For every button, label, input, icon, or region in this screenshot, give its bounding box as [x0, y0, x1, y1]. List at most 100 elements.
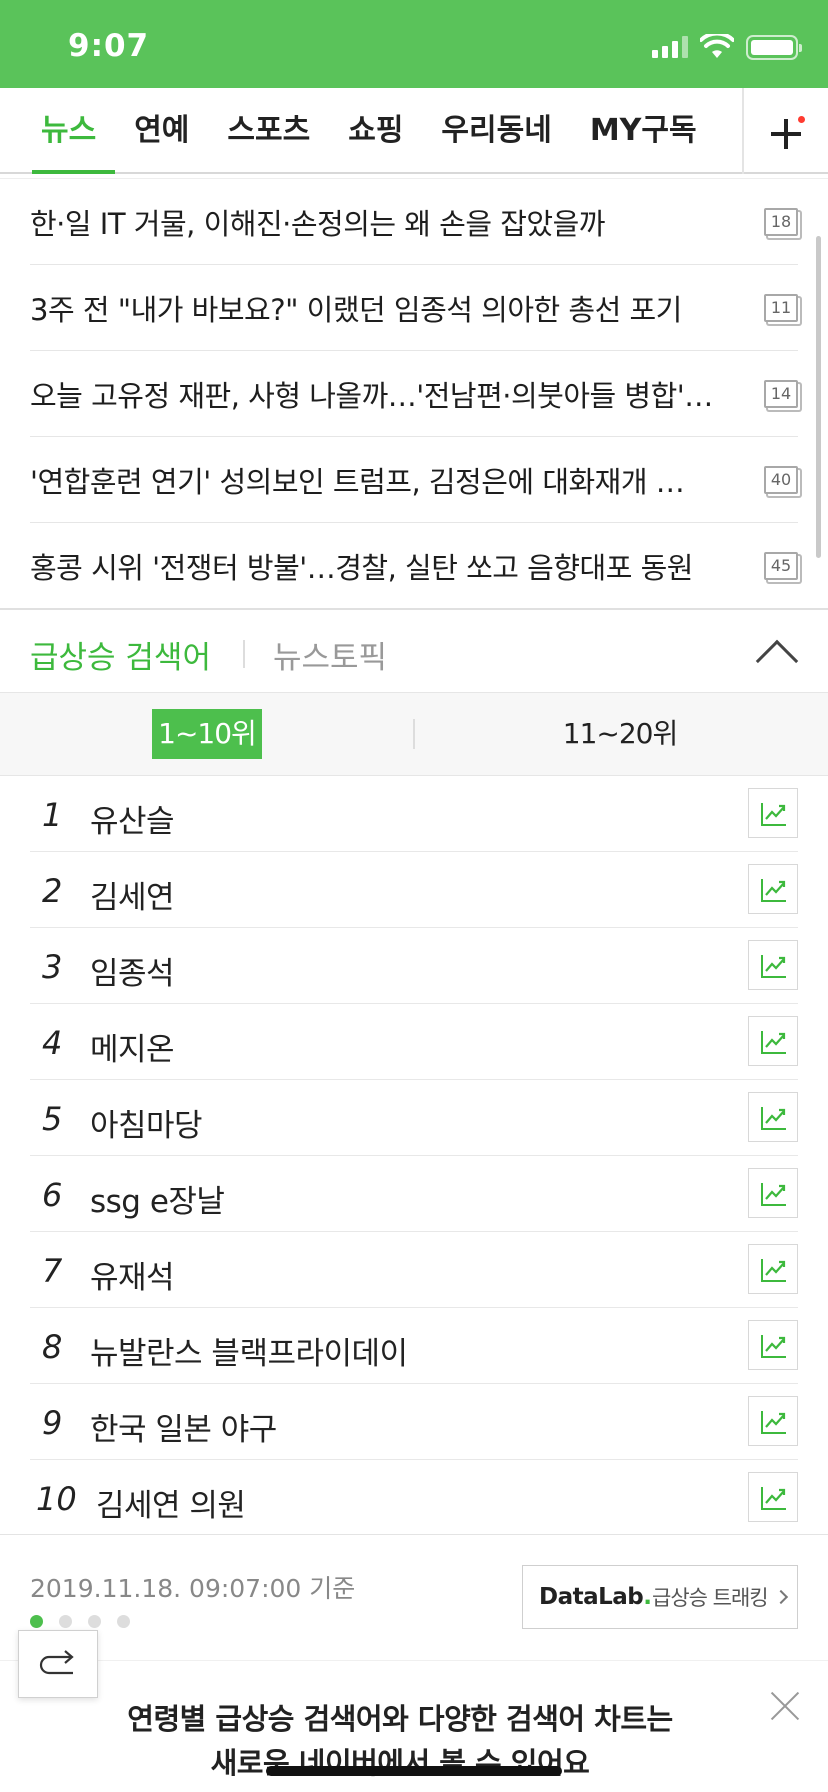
trend-chart-button[interactable]	[748, 940, 798, 990]
trend-chart-button[interactable]	[748, 864, 798, 914]
status-time: 9:07	[68, 28, 150, 64]
scrollbar[interactable]	[816, 236, 821, 558]
status-icons	[652, 34, 802, 60]
trend-chart-icon	[761, 1107, 786, 1130]
comment-count-badge: 18	[764, 208, 798, 236]
status-bar: 9:07	[0, 0, 828, 88]
trend-chart-icon	[761, 803, 786, 826]
trending-keyword[interactable]: 아침마당	[90, 1100, 203, 1145]
trend-chart-button[interactable]	[748, 1092, 798, 1142]
news-item[interactable]: 오늘 고유정 재판, 사형 나올까…'전남편·의붓아들 병합'… 14	[30, 351, 798, 437]
trending-keyword[interactable]: 김세연	[90, 872, 175, 917]
chevron-up-icon[interactable]	[755, 639, 799, 683]
trend-chart-icon	[761, 1259, 786, 1282]
category-tab-bar: 뉴스 연예 스포츠 쇼핑 우리동네 MY구독	[0, 88, 828, 174]
rank-number: 5	[42, 1100, 63, 1138]
trending-footer: 2019.11.18. 09:07:00 기준 DataLab. 급상승 트래킹	[0, 1534, 828, 1660]
comment-count-badge: 11	[764, 294, 798, 322]
rank-number: 4	[42, 1024, 63, 1062]
news-item[interactable]: '연합훈련 연기' 성의보인 트럼프, 김정은에 대화재개 … 40	[30, 437, 798, 523]
news-title[interactable]: 3주 전 "내가 바보요?" 이랬던 임종석 의아한 총선 포기	[30, 287, 720, 329]
tab-entertainment[interactable]: 연예	[115, 88, 208, 174]
rank-range-segment: 1~10위 11~20위	[0, 692, 828, 776]
rank-number: 9	[42, 1404, 63, 1442]
comment-count-badge: 45	[764, 552, 798, 580]
news-title[interactable]: 홍콩 시위 '전쟁터 방불'…경찰, 실탄 쏘고 음향대포 동원	[30, 545, 720, 587]
trending-keyword[interactable]: 유재석	[90, 1252, 175, 1297]
trending-row[interactable]: 1 유산슬	[30, 776, 798, 852]
trend-chart-icon	[761, 1031, 786, 1054]
datalab-logo: DataLab	[539, 1584, 644, 1610]
news-title[interactable]: 오늘 고유정 재판, 사형 나올까…'전남편·의붓아들 병합'…	[30, 373, 720, 415]
segment-rank-1-10[interactable]: 1~10위	[152, 709, 262, 759]
trending-row[interactable]: 5 아침마당	[30, 1080, 798, 1156]
news-title[interactable]: '연합훈련 연기' 성의보인 트럼프, 김정은에 대화재개 …	[30, 459, 720, 501]
wifi-icon	[700, 34, 734, 58]
trending-row[interactable]: 9 한국 일본 야구	[30, 1384, 798, 1460]
trend-chart-icon	[761, 879, 786, 902]
trend-chart-icon	[761, 1487, 786, 1510]
trend-chart-button[interactable]	[748, 1396, 798, 1446]
tab-my-subscriptions[interactable]: MY구독	[571, 88, 716, 174]
chevron-right-icon	[773, 1589, 788, 1605]
battery-icon	[746, 34, 802, 60]
page-dot[interactable]	[59, 1615, 72, 1628]
datalab-logo-dot: .	[643, 1584, 653, 1610]
tab-shopping[interactable]: 쇼핑	[329, 88, 422, 174]
trending-header: 급상승 검색어 뉴스토픽	[0, 608, 828, 692]
news-title[interactable]: 한·일 IT 거물, 이해진·손정의는 왜 손을 잡았을까	[30, 201, 720, 243]
category-tabs: 뉴스 연예 스포츠 쇼핑 우리동네 MY구독	[22, 88, 742, 174]
comment-count-badge: 14	[764, 380, 798, 408]
trend-chart-icon	[761, 1183, 786, 1206]
trending-row[interactable]: 4 메지온	[30, 1004, 798, 1080]
home-indicator[interactable]	[266, 1766, 562, 1776]
trending-row[interactable]: 10 김세연 의원	[30, 1460, 798, 1536]
trend-chart-icon	[761, 955, 786, 978]
page-dot-active[interactable]	[30, 1615, 43, 1628]
trending-keyword[interactable]: 김세연 의원	[96, 1480, 246, 1525]
tab-news[interactable]: 뉴스	[22, 88, 116, 174]
trending-row[interactable]: 6 ssg e장날	[30, 1156, 798, 1232]
page-dot[interactable]	[117, 1615, 130, 1628]
trending-row[interactable]: 2 김세연	[30, 852, 798, 928]
tab-divider	[742, 88, 744, 174]
tab-sports[interactable]: 스포츠	[208, 88, 329, 174]
trend-chart-button[interactable]	[748, 788, 798, 838]
trend-chart-button[interactable]	[748, 1320, 798, 1370]
news-item[interactable]: 한·일 IT 거물, 이해진·손정의는 왜 손을 잡았을까 18	[30, 179, 798, 265]
rank-number: 8	[42, 1328, 63, 1366]
trend-chart-button[interactable]	[748, 1472, 798, 1522]
trending-keyword[interactable]: 임종석	[90, 948, 175, 993]
cellular-signal-icon	[652, 36, 688, 58]
news-item[interactable]: 홍콩 시위 '전쟁터 방불'…경찰, 실탄 쏘고 음향대포 동원 45	[30, 523, 798, 609]
trending-keyword[interactable]: 유산슬	[90, 796, 175, 841]
trending-row[interactable]: 8 뉴발란스 블랙프라이데이	[30, 1308, 798, 1384]
page-indicator	[30, 1615, 130, 1628]
tab-news-topics[interactable]: 뉴스토픽	[273, 632, 387, 677]
share-button[interactable]	[18, 1630, 98, 1698]
trending-keyword[interactable]: ssg e장날	[90, 1176, 225, 1221]
trending-keyword[interactable]: 한국 일본 야구	[90, 1404, 277, 1449]
trending-row[interactable]: 3 임종석	[30, 928, 798, 1004]
segment-rank-11-20[interactable]: 11~20위	[520, 709, 720, 759]
page-dot[interactable]	[88, 1615, 101, 1628]
tab-neighborhood[interactable]: 우리동네	[422, 88, 570, 174]
trend-chart-button[interactable]	[748, 1168, 798, 1218]
trend-chart-button[interactable]	[748, 1244, 798, 1294]
close-icon[interactable]	[770, 1691, 800, 1721]
news-list: 한·일 IT 거물, 이해진·손정의는 왜 손을 잡았을까 18 3주 전 "내…	[0, 178, 828, 609]
news-item[interactable]: 3주 전 "내가 바보요?" 이랬던 임종석 의아한 총선 포기 11	[30, 265, 798, 351]
add-tab-button[interactable]	[762, 108, 810, 156]
tab-trending-searches[interactable]: 급상승 검색어	[30, 632, 211, 677]
rank-number: 1	[42, 796, 63, 834]
rank-number: 3	[42, 948, 63, 986]
rank-number: 7	[42, 1252, 63, 1290]
trending-timestamp: 2019.11.18. 09:07:00 기준	[30, 1574, 356, 1603]
trending-keyword-list: 1 유산슬 2 김세연 3 임종석 4 메지온 5 아침마당 6 ssg e장날…	[0, 776, 828, 1536]
trending-keyword[interactable]: 메지온	[90, 1024, 175, 1069]
trend-chart-button[interactable]	[748, 1016, 798, 1066]
trending-keyword[interactable]: 뉴발란스 블랙프라이데이	[90, 1328, 408, 1373]
datalab-tracking-button[interactable]: DataLab. 급상승 트래킹	[522, 1565, 798, 1629]
trend-chart-icon	[761, 1411, 786, 1434]
trending-row[interactable]: 7 유재석	[30, 1232, 798, 1308]
